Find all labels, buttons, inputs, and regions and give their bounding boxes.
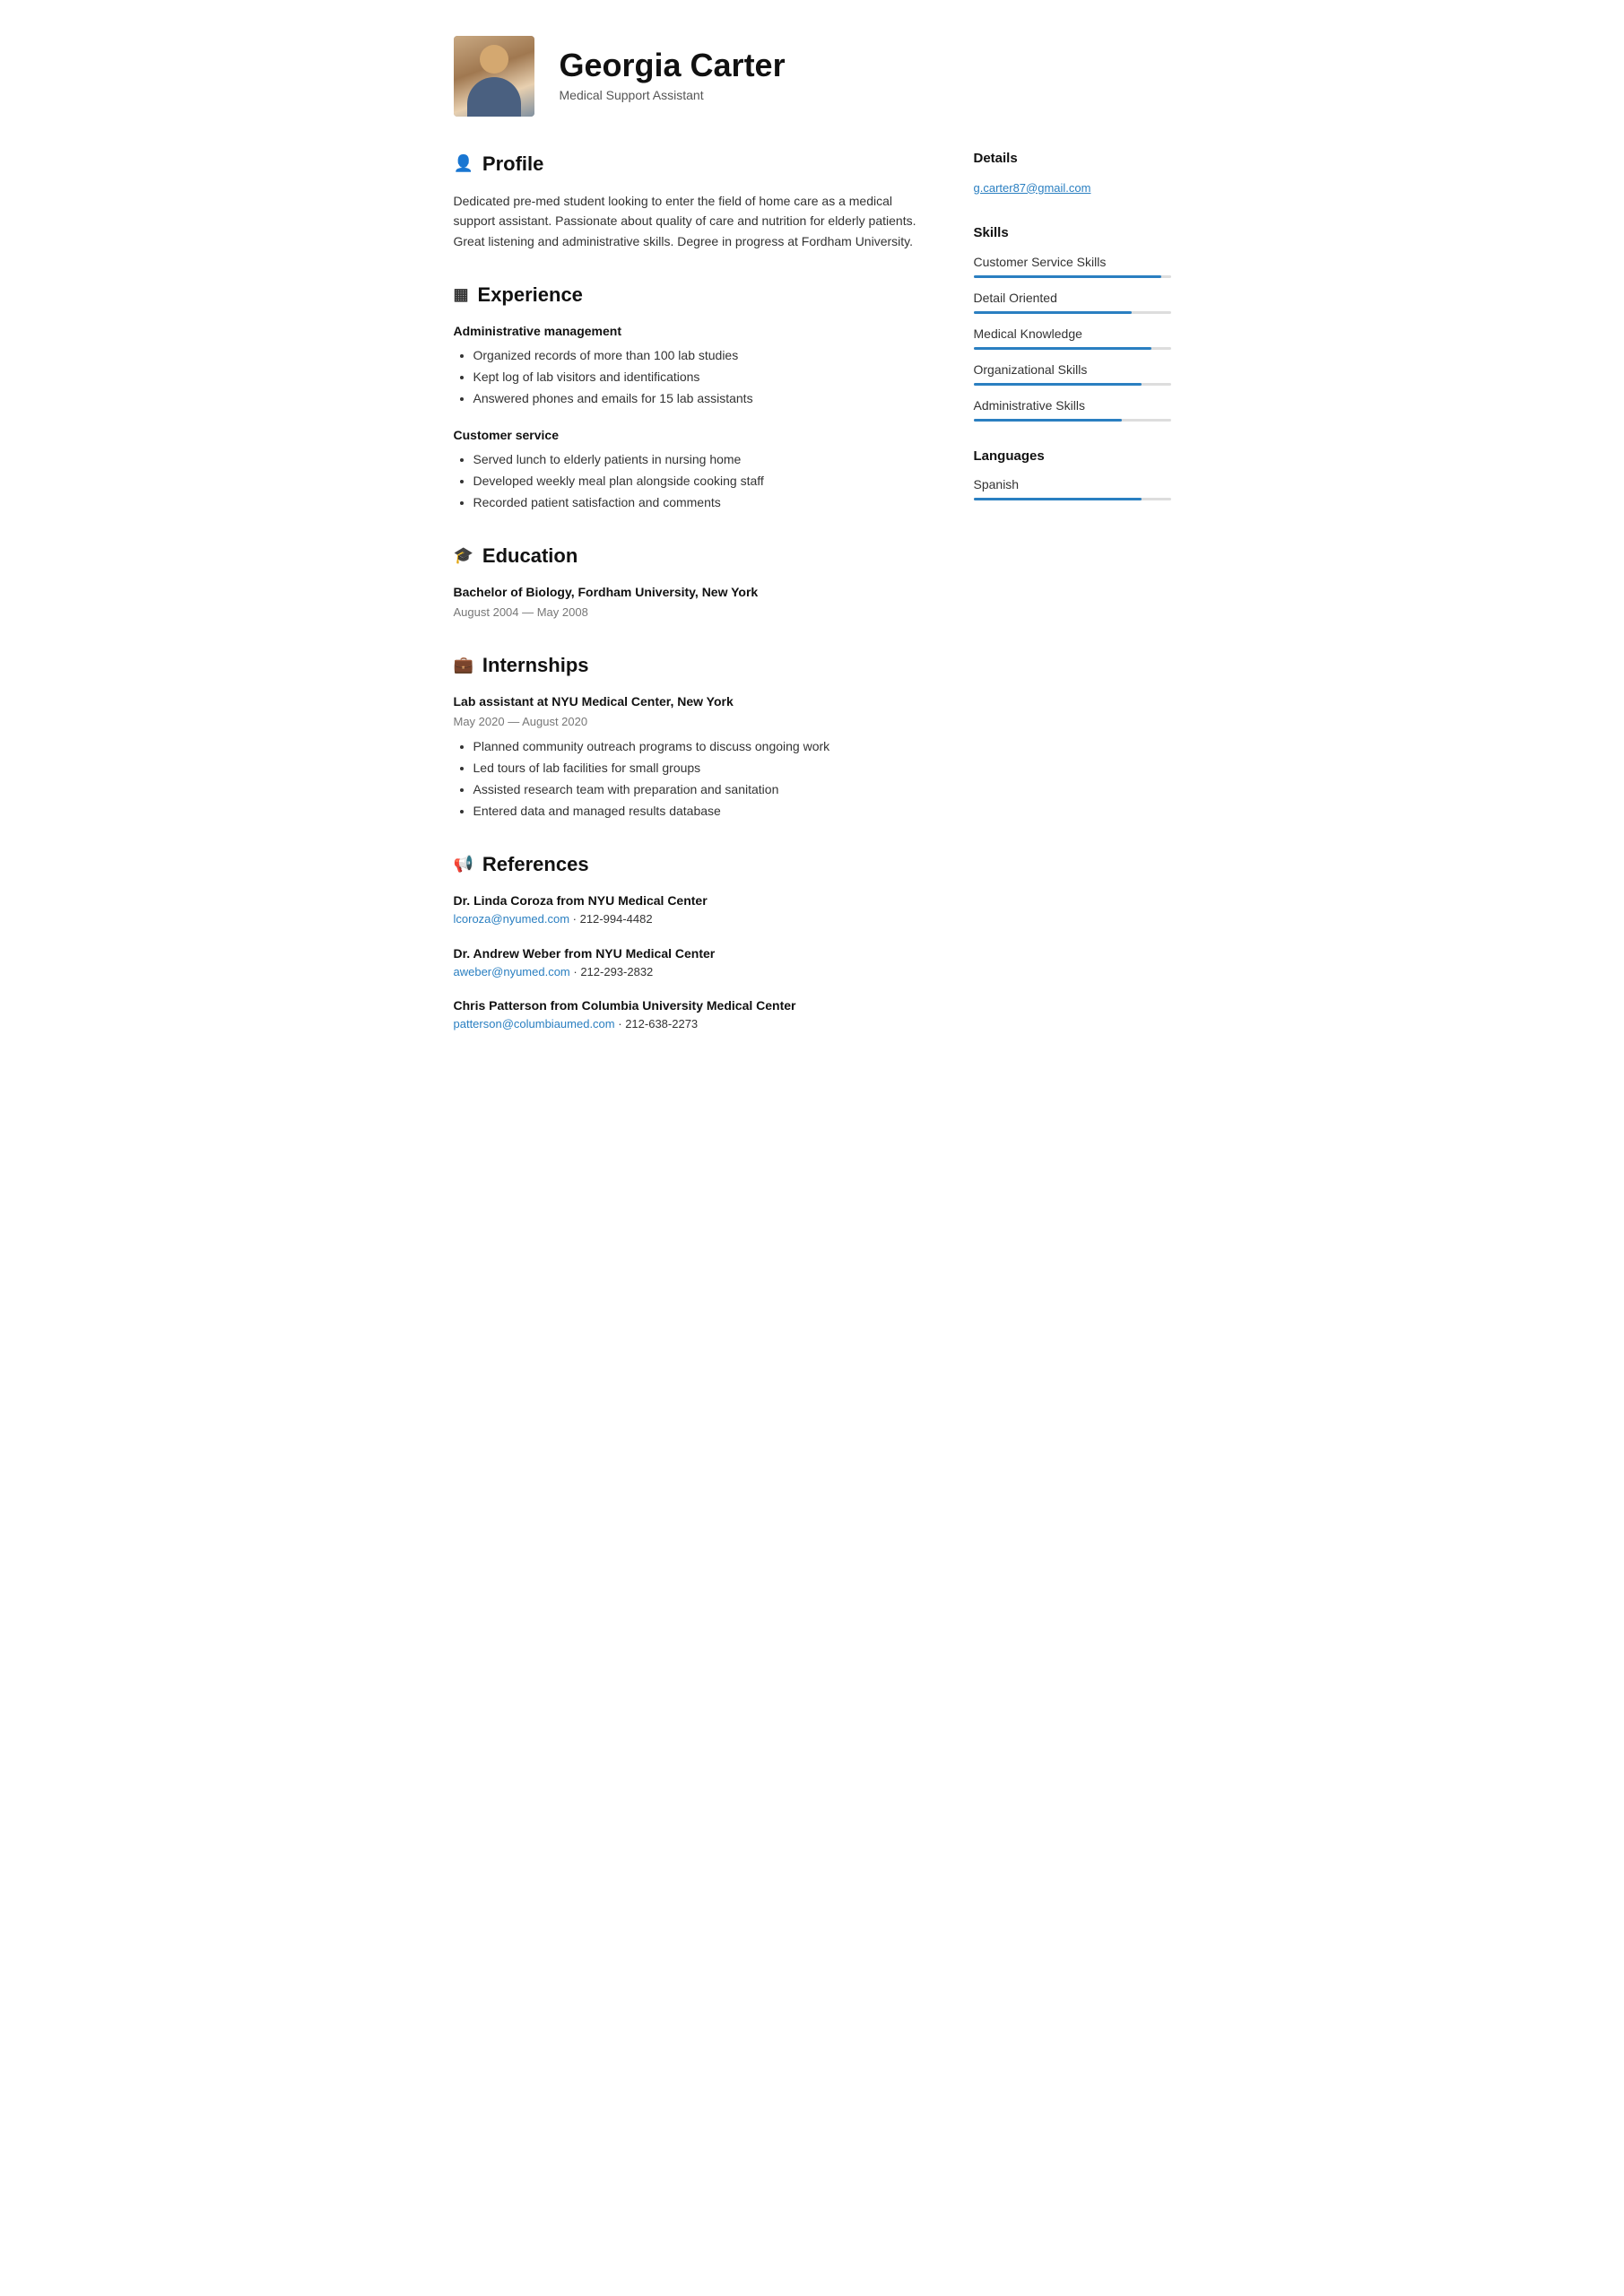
ref-separator-1: · 212-994-4482 — [573, 912, 653, 926]
list-item: Answered phones and emails for 15 lab as… — [473, 389, 931, 408]
exp-admin-title: Administrative management — [454, 322, 931, 341]
skill-bar-bg-4 — [974, 383, 1171, 386]
skill-bar-bg-1 — [974, 275, 1171, 278]
references-section: 📢 References Dr. Linda Coroza from NYU M… — [454, 849, 931, 1033]
skill-administrative: Administrative Skills — [974, 396, 1171, 422]
profile-section: 👤 Profile Dedicated pre-med student look… — [454, 149, 931, 251]
education-icon: 🎓 — [454, 544, 473, 568]
skill-label-5: Administrative Skills — [974, 396, 1171, 415]
ref-email-3[interactable]: patterson@columbiaumed.com — [454, 1017, 615, 1031]
experience-section: ▦ Experience Administrative management O… — [454, 280, 931, 512]
resume-page: Georgia Carter Medical Support Assistant… — [409, 0, 1216, 1116]
internships-section: 💼 Internships Lab assistant at NYU Medic… — [454, 650, 931, 822]
list-item: Organized records of more than 100 lab s… — [473, 346, 931, 365]
skill-bar-fill-4 — [974, 383, 1142, 386]
details-email[interactable]: g.carter87@gmail.com — [974, 181, 1091, 195]
skill-organizational: Organizational Skills — [974, 361, 1171, 386]
list-item: Developed weekly meal plan alongside coo… — [473, 472, 931, 491]
candidate-name: Georgia Carter — [560, 48, 786, 83]
skill-medical-knowledge: Medical Knowledge — [974, 325, 1171, 350]
exp-item-customer: Customer service Served lunch to elderly… — [454, 426, 931, 512]
lang-bar-bg-1 — [974, 498, 1171, 500]
lang-label-1: Spanish — [974, 475, 1171, 494]
lang-spanish: Spanish — [974, 475, 1171, 500]
education-section: 🎓 Education Bachelor of Biology, Fordham… — [454, 541, 931, 622]
avatar-image — [454, 36, 534, 117]
header-text: Georgia Carter Medical Support Assistant — [560, 48, 786, 106]
skill-bar-fill-5 — [974, 419, 1122, 422]
skill-label-2: Detail Oriented — [974, 289, 1171, 308]
ref-item-2: Dr. Andrew Weber from NYU Medical Center… — [454, 944, 931, 981]
skills-title: Skills — [974, 223, 1171, 244]
experience-icon: ▦ — [454, 283, 469, 307]
ref-contact-1: lcoroza@nyumed.com · 212-994-4482 — [454, 910, 931, 928]
list-item: Planned community outreach programs to d… — [473, 737, 931, 756]
ref-separator-3: · 212-638-2273 — [618, 1017, 698, 1031]
internships-icon: 💼 — [454, 653, 473, 677]
details-section: Details g.carter87@gmail.com — [974, 149, 1171, 198]
edu-dates: August 2004 — May 2008 — [454, 604, 931, 622]
list-item: Kept log of lab visitors and identificat… — [473, 368, 931, 387]
list-item: Recorded patient satisfaction and commen… — [473, 493, 931, 512]
ref-contact-2: aweber@nyumed.com · 212-293-2832 — [454, 963, 931, 981]
ref-email-1[interactable]: lcoroza@nyumed.com — [454, 912, 570, 926]
ref-separator-2: · 212-293-2832 — [573, 965, 653, 978]
avatar — [454, 36, 534, 117]
exp-customer-bullets: Served lunch to elderly patients in nurs… — [454, 450, 931, 512]
skill-bar-bg-3 — [974, 347, 1171, 350]
header: Georgia Carter Medical Support Assistant — [454, 36, 1171, 117]
intern-bullets: Planned community outreach programs to d… — [454, 737, 931, 821]
skill-bar-fill-3 — [974, 347, 1151, 350]
ref-item-3: Chris Patterson from Columbia University… — [454, 996, 931, 1033]
lang-bar-fill-1 — [974, 498, 1142, 500]
ref-item-1: Dr. Linda Coroza from NYU Medical Center… — [454, 891, 931, 928]
list-item: Entered data and managed results databas… — [473, 802, 931, 821]
edu-degree: Bachelor of Biology, Fordham University,… — [454, 583, 931, 602]
exp-customer-title: Customer service — [454, 426, 931, 445]
ref-name-3: Chris Patterson from Columbia University… — [454, 996, 931, 1015]
skill-label-1: Customer Service Skills — [974, 253, 1171, 272]
skill-label-4: Organizational Skills — [974, 361, 1171, 379]
skill-detail-oriented: Detail Oriented — [974, 289, 1171, 314]
profile-title: 👤 Profile — [454, 149, 931, 178]
skill-label-3: Medical Knowledge — [974, 325, 1171, 344]
main-layout: 👤 Profile Dedicated pre-med student look… — [454, 149, 1171, 1062]
skill-bar-fill-1 — [974, 275, 1161, 278]
list-item: Led tours of lab facilities for small gr… — [473, 759, 931, 778]
experience-title: ▦ Experience — [454, 280, 931, 309]
languages-title: Languages — [974, 447, 1171, 467]
list-item: Assisted research team with preparation … — [473, 780, 931, 799]
references-title: 📢 References — [454, 849, 931, 879]
intern-position: Lab assistant at NYU Medical Center, New… — [454, 692, 931, 711]
internships-title: 💼 Internships — [454, 650, 931, 680]
ref-name-2: Dr. Andrew Weber from NYU Medical Center — [454, 944, 931, 963]
ref-name-1: Dr. Linda Coroza from NYU Medical Center — [454, 891, 931, 910]
skill-customer-service: Customer Service Skills — [974, 253, 1171, 278]
details-title: Details — [974, 149, 1171, 170]
skill-bar-bg-5 — [974, 419, 1171, 422]
ref-contact-3: patterson@columbiaumed.com · 212-638-227… — [454, 1015, 931, 1033]
list-item: Served lunch to elderly patients in nurs… — [473, 450, 931, 469]
languages-section: Languages Spanish — [974, 447, 1171, 501]
references-icon: 📢 — [454, 852, 473, 876]
skill-bar-fill-2 — [974, 311, 1132, 314]
skill-bar-bg-2 — [974, 311, 1171, 314]
exp-item-admin: Administrative management Organized reco… — [454, 322, 931, 408]
education-title: 🎓 Education — [454, 541, 931, 570]
candidate-title: Medical Support Assistant — [560, 86, 786, 105]
intern-dates: May 2020 — August 2020 — [454, 713, 931, 731]
left-column: 👤 Profile Dedicated pre-med student look… — [454, 149, 931, 1062]
profile-text: Dedicated pre-med student looking to ent… — [454, 191, 931, 251]
right-column: Details g.carter87@gmail.com Skills Cust… — [974, 149, 1171, 1062]
profile-icon: 👤 — [454, 152, 473, 176]
skills-section: Skills Customer Service Skills Detail Or… — [974, 223, 1171, 422]
ref-email-2[interactable]: aweber@nyumed.com — [454, 965, 570, 978]
exp-admin-bullets: Organized records of more than 100 lab s… — [454, 346, 931, 408]
